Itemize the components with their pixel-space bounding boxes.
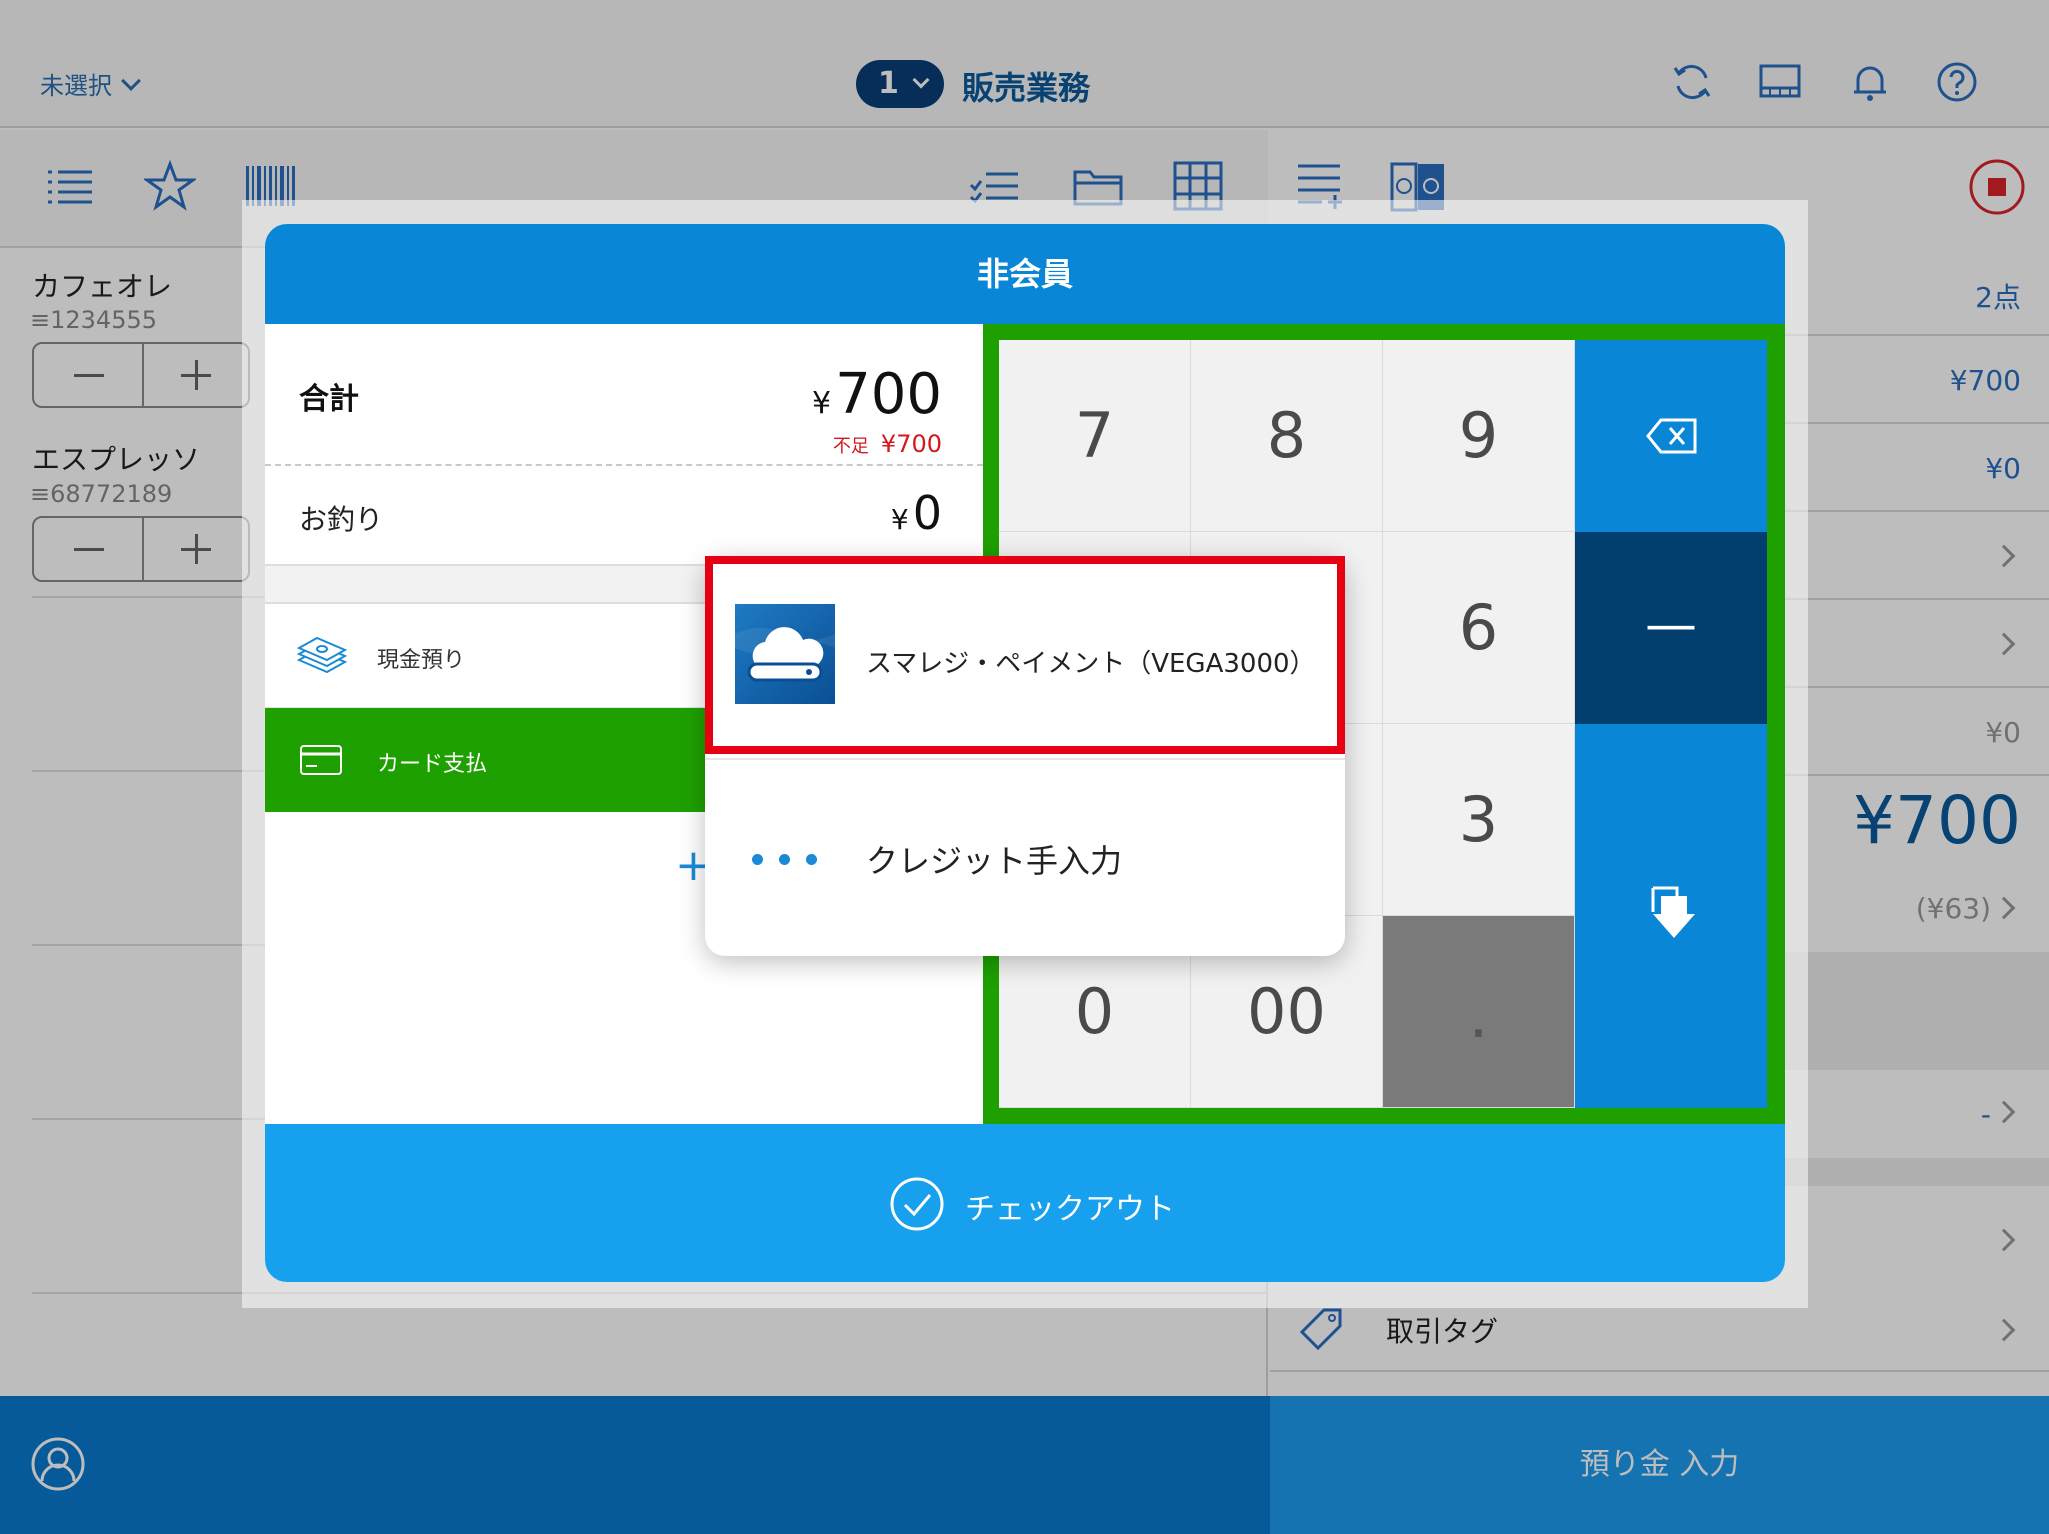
- check-circle-icon: [890, 1177, 944, 1231]
- checkout-label: チェックアウト: [965, 1192, 1175, 1227]
- shortage-value: ¥700: [880, 430, 942, 458]
- key-3[interactable]: 3: [1383, 724, 1575, 916]
- yen-sign: ¥: [890, 503, 909, 536]
- backspace-key[interactable]: [1575, 340, 1767, 532]
- minus-key[interactable]: —: [1575, 532, 1767, 724]
- total-label: 合計: [299, 382, 359, 417]
- backspace-icon: [1646, 418, 1697, 454]
- checkout-button[interactable]: チェックアウト: [265, 1124, 1785, 1282]
- popover-option-manual-credit[interactable]: クレジット手入力: [866, 836, 1122, 882]
- key-6[interactable]: 6: [1383, 532, 1575, 724]
- enter-key[interactable]: [1575, 724, 1767, 1108]
- cloud-terminal-icon: [735, 604, 835, 704]
- key-8[interactable]: 8: [1191, 340, 1383, 532]
- divider: [265, 464, 983, 466]
- change-label: お釣り: [299, 503, 384, 536]
- popover-option-label: スマレジ・ペイメント（VEGA3000）: [866, 649, 1316, 679]
- shortage-amount: 不足 ¥700: [833, 430, 942, 458]
- key-9[interactable]: 9: [1383, 340, 1575, 532]
- payment-method-label: カード支払: [377, 752, 488, 777]
- modal-title: 非会員: [265, 224, 1785, 324]
- total-amount-value: 700: [835, 362, 942, 427]
- total-amount: ¥700: [812, 362, 942, 427]
- credit-card-icon: [300, 745, 342, 775]
- payment-method-label: 現金預り: [377, 648, 466, 673]
- change-amount: ¥0: [891, 486, 942, 540]
- divider: [705, 758, 1345, 760]
- shortage-label: 不足: [832, 436, 869, 457]
- key-decimal[interactable]: .: [1383, 916, 1575, 1108]
- enter-icon: [1651, 886, 1695, 938]
- change-amount-value: 0: [912, 486, 942, 540]
- key-7[interactable]: 7: [999, 340, 1191, 532]
- yen-sign: ¥: [812, 386, 832, 421]
- cash-icon: [297, 636, 347, 674]
- more-dots-icon: [752, 850, 833, 869]
